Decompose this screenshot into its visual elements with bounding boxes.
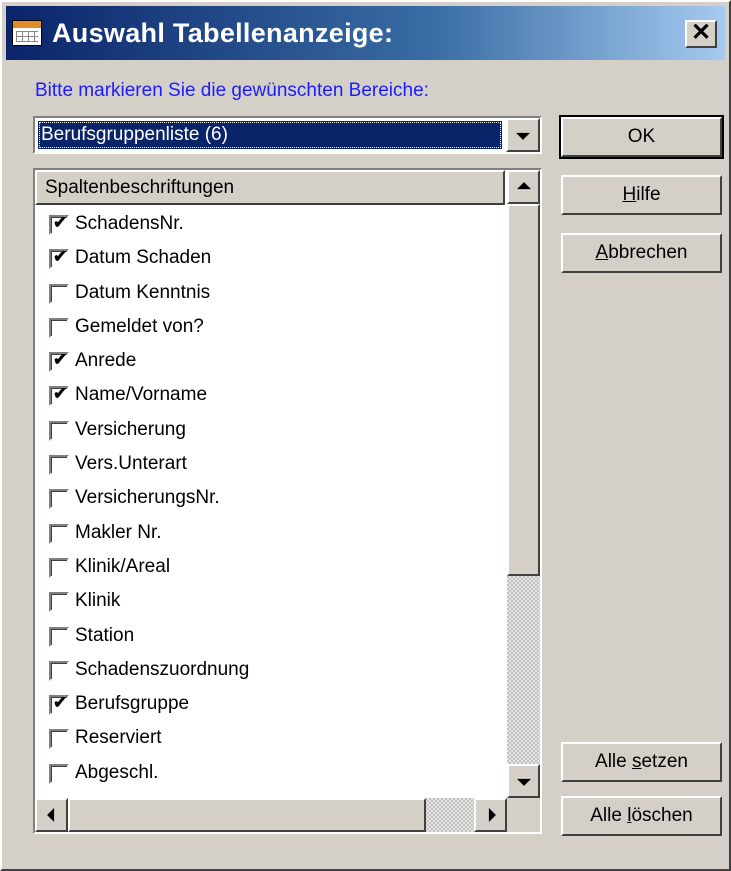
list-item-label: Makler Nr. (75, 521, 162, 543)
dropdown-selected-value: Berufsgruppenliste (6) (38, 121, 502, 149)
list-item-label: VersicherungsNr. (75, 487, 220, 509)
checkbox[interactable]: ✔ (49, 350, 69, 373)
list-item-label: Berufsgruppe (75, 693, 190, 715)
checkbox[interactable] (49, 283, 69, 304)
dialog-window: Auswahl Tabellenanzeige: ✕ Bitte markier… (0, 0, 731, 871)
clear-all-button[interactable]: Alle löschen (561, 796, 722, 836)
list-item[interactable]: Makler Nr. (35, 517, 507, 551)
arrow-right-icon (488, 808, 496, 822)
vertical-scroll-thumb[interactable] (507, 204, 540, 576)
scroll-right-button[interactable] (474, 798, 507, 832)
checkmark-icon: ✔ (53, 350, 68, 370)
checkbox[interactable]: ✔ (49, 247, 69, 270)
table-select-dropdown[interactable]: Berufsgruppenliste (6) (33, 116, 542, 154)
list-item-label: Abgeschl. (75, 761, 159, 783)
list-item[interactable]: Versicherung (35, 414, 507, 448)
checkmark-icon: ✔ (53, 247, 68, 267)
list-item-label: Anrede (75, 350, 137, 372)
list-item-label: Versicherung (75, 418, 186, 440)
checkbox[interactable] (49, 523, 69, 544)
vertical-scrollbar[interactable] (507, 170, 540, 798)
checkbox[interactable] (49, 592, 69, 613)
instruction-label: Bitte markieren Sie die gewünschten Bere… (35, 80, 429, 101)
list-item[interactable]: Klinik (35, 585, 507, 619)
scroll-left-button[interactable] (35, 798, 68, 832)
scroll-up-button[interactable] (507, 170, 540, 204)
table-icon (12, 20, 42, 46)
list-item[interactable]: ✔ Anrede (35, 345, 507, 379)
list-item-label: Vers.Unterart (75, 453, 187, 475)
list-item[interactable]: Reserviert (35, 722, 507, 756)
checkbox[interactable]: ✔ (49, 693, 69, 716)
checkbox[interactable] (49, 660, 69, 681)
list-item[interactable]: Abgeschl. (35, 757, 507, 791)
checkbox[interactable] (49, 557, 69, 578)
list-item[interactable]: ✔ Name/Vorname (35, 379, 507, 413)
list-item-label: Gemeldet von? (75, 315, 204, 337)
checkbox[interactable] (49, 455, 69, 476)
list-item-label: Name/Vorname (75, 384, 208, 406)
list-item[interactable]: Datum Abg. (35, 791, 507, 798)
list-item[interactable]: ✔ Datum Schaden (35, 242, 507, 276)
checkbox[interactable] (49, 420, 69, 441)
close-button[interactable]: ✕ (685, 20, 717, 48)
column-header[interactable]: Spaltenbeschriftungen (35, 170, 505, 205)
cancel-button[interactable]: Abbrechen (561, 233, 722, 273)
list-item-label: Station (75, 624, 135, 646)
close-icon: ✕ (690, 19, 712, 46)
list-item[interactable]: ✔ SchadensNr. (35, 208, 507, 242)
checkbox[interactable]: ✔ (49, 213, 69, 235)
list-item-label: Klinik (75, 590, 121, 612)
arrow-left-icon (46, 808, 54, 822)
scrollbar-corner (507, 798, 540, 832)
list-item[interactable]: Station (35, 620, 507, 654)
list-item-label: Schadenszuordnung (75, 658, 250, 680)
title-bar[interactable]: Auswahl Tabellenanzeige: ✕ (6, 6, 725, 60)
list-item-label: Klinik/Areal (75, 555, 171, 577)
checklist-items: ✔ SchadensNr. ✔ Datum Schaden Datum Kenntnis… (35, 208, 507, 798)
ok-button[interactable]: OK (559, 115, 724, 159)
list-item[interactable]: Schadenszuordnung (35, 654, 507, 688)
list-item[interactable]: Gemeldet von? (35, 311, 507, 345)
list-item-label: SchadensNr. (75, 213, 184, 234)
window-title: Auswahl Tabellenanzeige: (52, 18, 394, 48)
checkbox[interactable] (49, 729, 69, 750)
scroll-down-button[interactable] (507, 764, 540, 798)
chevron-down-icon (516, 132, 530, 140)
arrow-up-icon (516, 182, 531, 190)
checkmark-icon: ✔ (53, 693, 68, 713)
checkbox[interactable] (49, 626, 69, 647)
set-all-button[interactable]: Alle setzen (561, 742, 722, 782)
horizontal-scrollbar[interactable] (35, 798, 507, 832)
checkmark-icon: ✔ (53, 384, 68, 404)
list-item[interactable]: Vers.Unterart (35, 448, 507, 482)
column-checklist: Spaltenbeschriftungen ✔ SchadensNr. ✔ Datum… (33, 168, 542, 834)
list-item[interactable]: ✔ Berufsgruppe (35, 688, 507, 722)
list-item-label: Reserviert (75, 727, 162, 749)
list-item[interactable]: Datum Kenntnis (35, 277, 507, 311)
checkbox[interactable] (49, 489, 69, 510)
horizontal-scroll-thumb[interactable] (68, 798, 426, 832)
help-button[interactable]: Hilfe (561, 175, 722, 215)
list-item-label: Datum Schaden (75, 247, 212, 269)
list-item[interactable]: VersicherungsNr. (35, 482, 507, 516)
arrow-down-icon (516, 778, 531, 786)
checkmark-icon: ✔ (53, 213, 68, 232)
list-item-label: Datum Kenntnis (75, 281, 211, 303)
checkbox[interactable]: ✔ (49, 384, 69, 407)
checkbox[interactable] (49, 763, 69, 784)
checkbox[interactable] (49, 317, 69, 338)
dropdown-arrow-button[interactable] (506, 118, 540, 152)
list-item[interactable]: Klinik/Areal (35, 551, 507, 585)
